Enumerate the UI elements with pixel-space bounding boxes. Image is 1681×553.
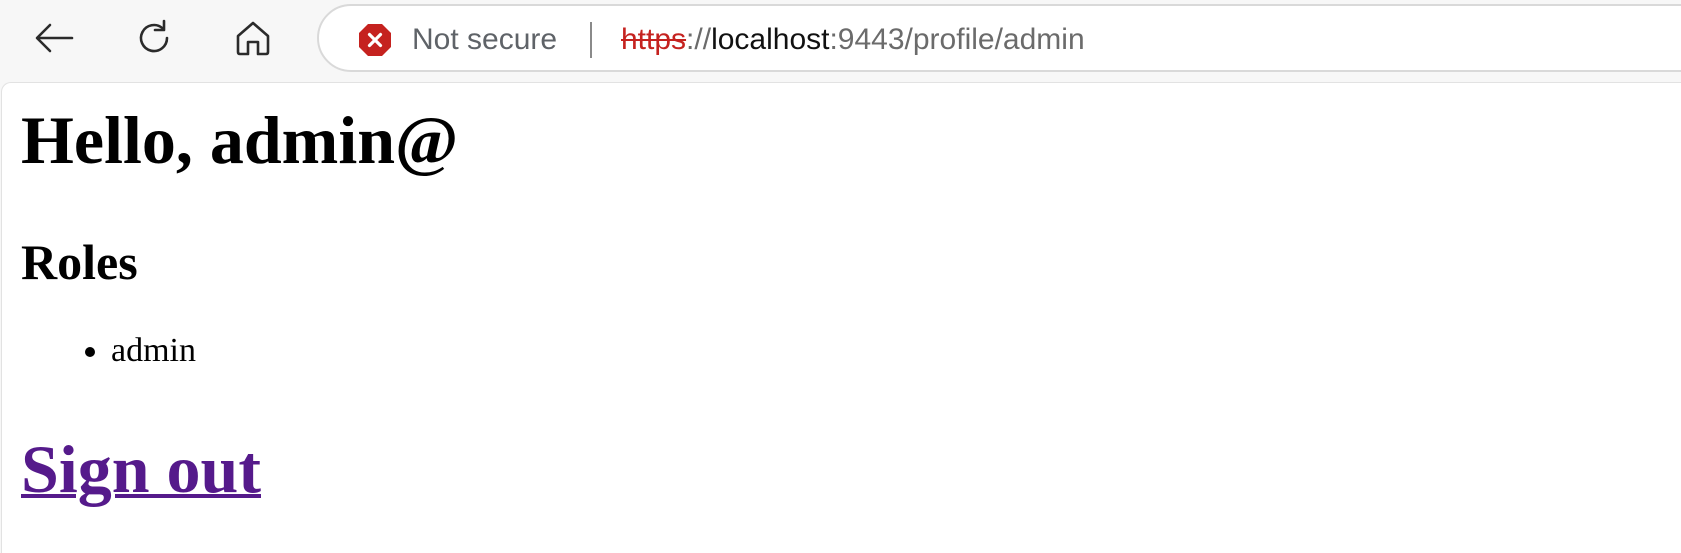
security-status-label[interactable]: Not secure: [412, 24, 557, 56]
page-content: Hello, admin@ Roles admin Sign out: [1, 82, 1681, 553]
url-text[interactable]: https://localhost:9443/profile/admin: [621, 24, 1085, 56]
home-icon: [236, 21, 270, 56]
home-button[interactable]: [227, 12, 279, 64]
url-path: :9443/profile/admin: [829, 23, 1085, 56]
roles-list: admin: [2, 331, 196, 371]
error-x-icon[interactable]: [358, 23, 392, 57]
url-separator: ://: [686, 23, 712, 56]
browser-toolbar: Not secure https://localhost:9443/profil…: [0, 0, 1681, 78]
sign-out-link[interactable]: Sign out: [21, 430, 261, 508]
arrow-left-icon: [35, 23, 74, 53]
reload-button[interactable]: [128, 12, 180, 64]
back-button[interactable]: [28, 12, 80, 64]
roles-heading: Roles: [21, 234, 138, 290]
reload-icon: [139, 19, 169, 53]
url-host: localhost: [711, 23, 830, 56]
page-title: Hello, admin@: [21, 102, 459, 178]
address-divider: [590, 22, 592, 58]
list-item: admin: [111, 331, 196, 371]
address-bar[interactable]: Not secure https://localhost:9443/profil…: [317, 4, 1681, 72]
url-scheme: https: [621, 23, 687, 56]
